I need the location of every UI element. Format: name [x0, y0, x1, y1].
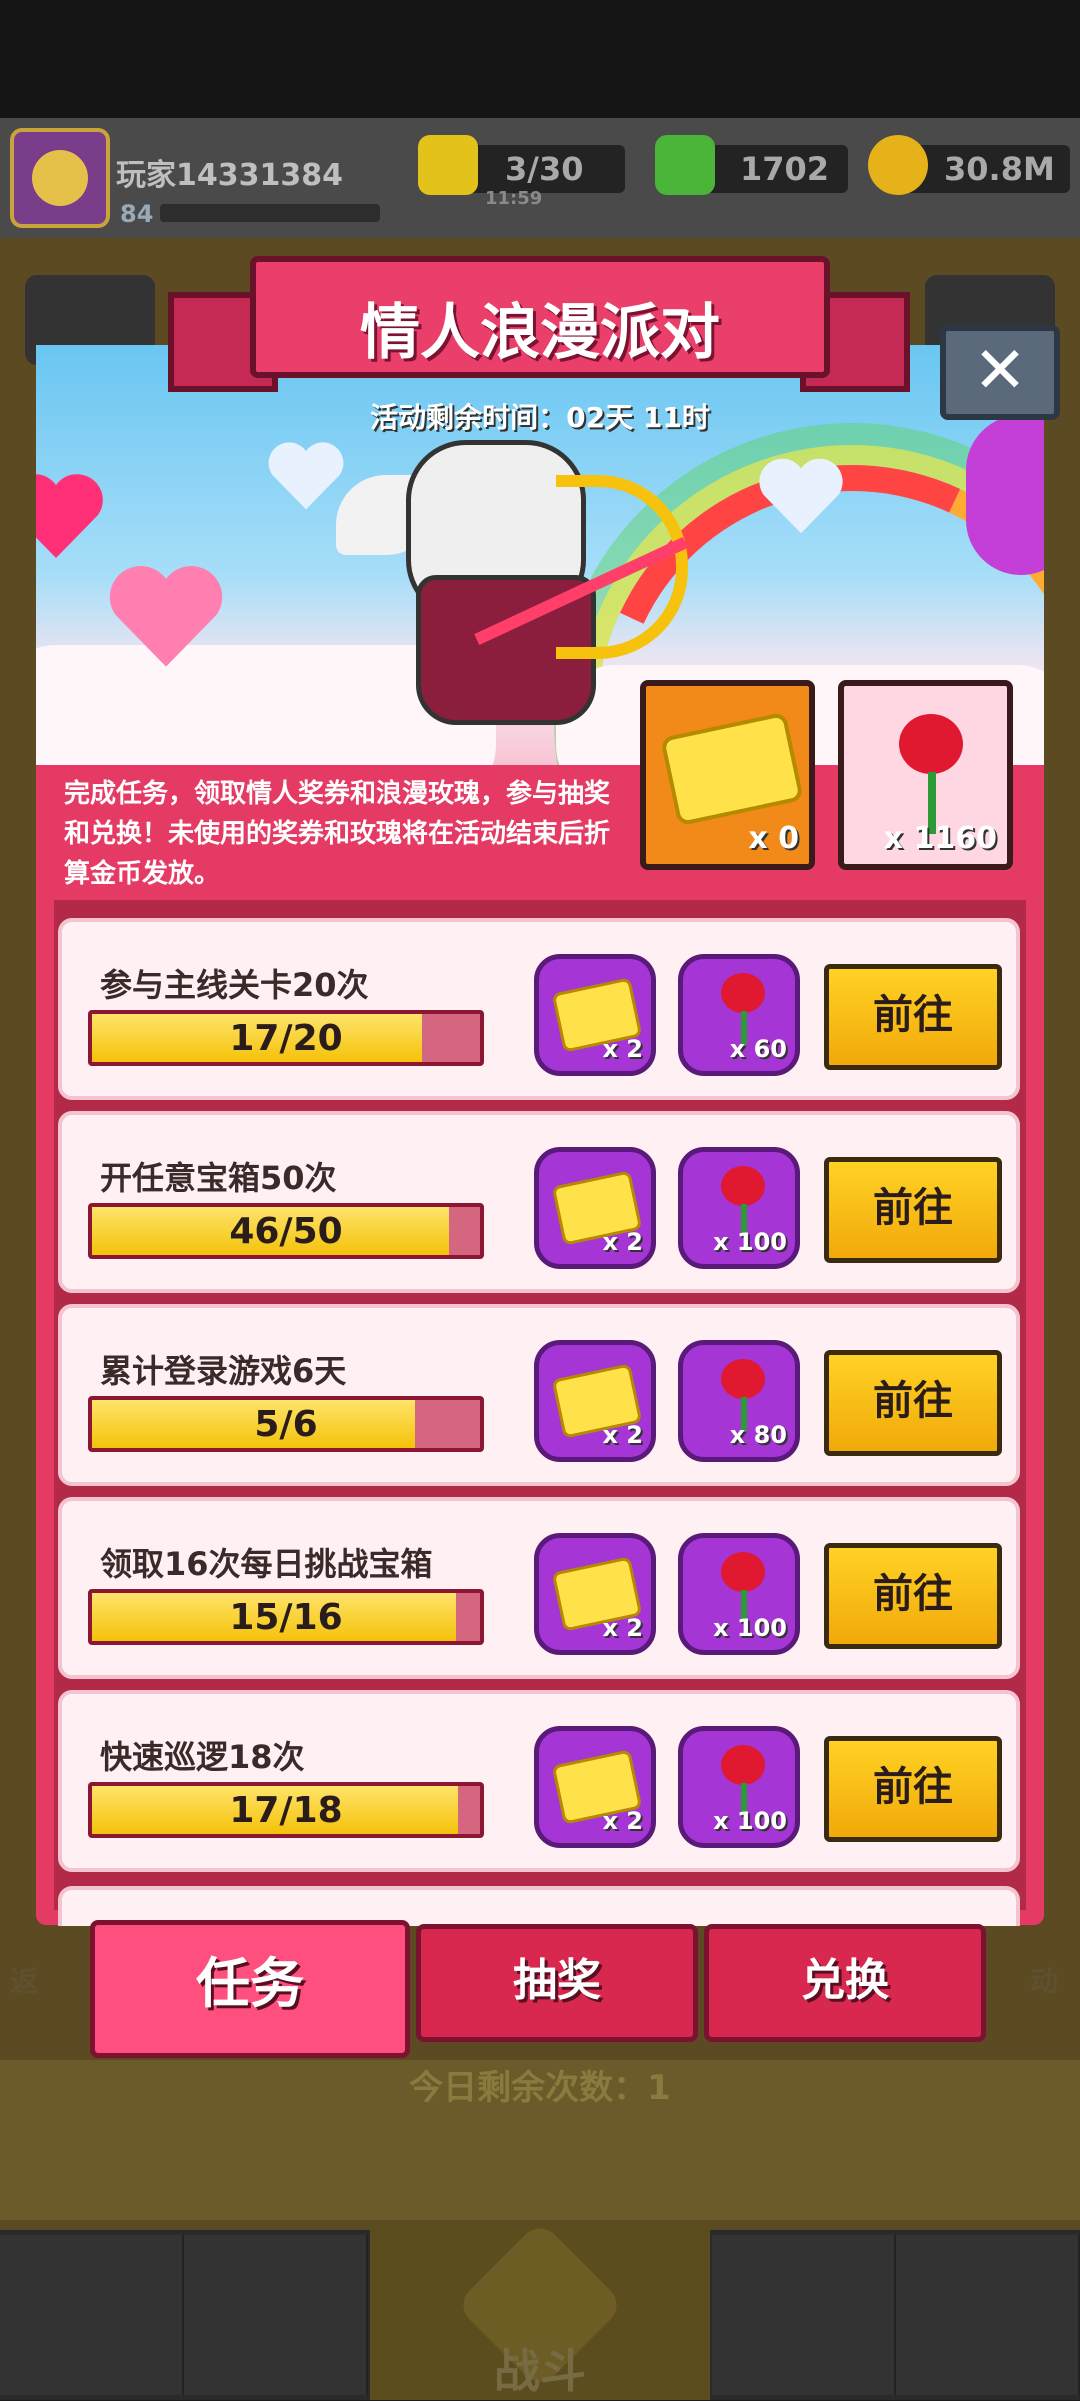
white-heart	[268, 442, 344, 510]
rose-reward-count: x 100	[713, 1807, 787, 1835]
remaining-count: 今日剩余次数：1	[409, 2068, 671, 2108]
nav-ball-icon[interactable]	[712, 2235, 896, 2395]
task-row: 参与主线关卡20次 17/20 x 2 x 60 前往	[58, 918, 1020, 1100]
coins-value: 30.8M	[944, 150, 1055, 188]
gems-value: 1702	[740, 150, 830, 188]
task-row: 累计登录游戏6天 5/6 x 2 x 80 前往	[58, 1304, 1020, 1486]
ticket-card[interactable]: x 0	[640, 680, 815, 870]
ticket-count: x 0	[748, 821, 799, 856]
rose-icon	[721, 1359, 765, 1399]
rose-icon	[899, 714, 963, 774]
task-row: 快速巡逻18次 17/18 x 2 x 100 前往	[58, 1690, 1020, 1872]
event-title: 情人浪漫派对	[360, 298, 720, 368]
go-button[interactable]: 前往	[824, 964, 1002, 1070]
tab-lottery[interactable]: 抽奖	[416, 1924, 698, 2042]
task-progress-text: 15/16	[229, 1597, 343, 1638]
rose-reward-count: x 80	[729, 1421, 787, 1449]
player-avatar[interactable]	[10, 128, 110, 228]
avatar-face	[32, 150, 88, 206]
rose-card[interactable]: x 1160	[838, 680, 1013, 870]
ticket-reward-count: x 2	[602, 1807, 643, 1835]
energy-add-icon[interactable]	[418, 135, 478, 195]
task-row: 开任意宝箱50次 46/50 x 2 x 100 前往	[58, 1111, 1020, 1293]
task-progress-bar: 17/18	[88, 1782, 484, 1838]
task-progress-text: 5/6	[254, 1404, 318, 1445]
red-heart	[36, 474, 103, 558]
rose-icon	[721, 1745, 765, 1785]
task-row: 领取16次每日挑战宝箱 15/16 x 2 x 100 前往	[58, 1497, 1020, 1679]
ticket-reward: x 2	[534, 1147, 656, 1269]
rose-reward-count: x 60	[729, 1035, 787, 1063]
task-title: 快速巡逻18次	[100, 1738, 305, 1776]
task-title: 参与主线关卡20次	[100, 966, 369, 1004]
task-progress-text: 17/18	[229, 1790, 343, 1831]
ticket-reward-count: x 2	[602, 1035, 643, 1063]
battle-label: 战斗	[494, 2344, 586, 2398]
close-button[interactable]: ✕	[940, 325, 1060, 420]
task-progress-text: 46/50	[229, 1211, 343, 1252]
pink-heart	[109, 566, 223, 667]
side-label-right: 动	[1030, 1965, 1059, 1998]
ticket-icon	[660, 711, 804, 827]
event-timer: 活动剩余时间：02天 11时	[370, 401, 710, 434]
nav-skill-icon[interactable]	[896, 2235, 1080, 2395]
energy-value: 3/30	[505, 150, 584, 188]
go-button[interactable]: 前往	[824, 1543, 1002, 1649]
energy-timer: 11:59	[485, 188, 543, 209]
rose-reward: x 100	[678, 1726, 800, 1848]
coin-add-icon[interactable]	[868, 135, 928, 195]
ticket-reward-count: x 2	[602, 1614, 643, 1642]
ticket-reward-count: x 2	[602, 1421, 643, 1449]
rose-reward-count: x 100	[713, 1614, 787, 1642]
task-progress-bar: 5/6	[88, 1396, 484, 1452]
task-title: 累计登录游戏6天	[100, 1352, 347, 1390]
rose-reward: x 80	[678, 1340, 800, 1462]
xp-bar	[160, 204, 380, 222]
rose-reward-count: x 100	[713, 1228, 787, 1256]
go-button[interactable]: 前往	[824, 1350, 1002, 1456]
status-bar	[0, 0, 1080, 118]
go-button[interactable]: 前往	[824, 1736, 1002, 1842]
task-title: 开任意宝箱50次	[100, 1159, 337, 1197]
white-heart-right	[759, 458, 843, 534]
task-progress-bar: 17/20	[88, 1010, 484, 1066]
rose-count: x 1160	[883, 821, 997, 856]
event-description: 完成任务，领取情人奖券和浪漫玫瑰，参与抽奖和兑换！未使用的奖券和玫瑰将在活动结束…	[64, 779, 611, 889]
task-progress-text: 17/20	[229, 1018, 343, 1059]
task-progress-bar: 46/50	[88, 1203, 484, 1259]
side-label-left: 返	[10, 1965, 39, 1998]
ticket-reward: x 2	[534, 1726, 656, 1848]
rose-icon	[721, 973, 765, 1013]
rose-reward: x 100	[678, 1147, 800, 1269]
rose-reward: x 100	[678, 1533, 800, 1655]
ticket-reward: x 2	[534, 954, 656, 1076]
ticket-reward: x 2	[534, 1533, 656, 1655]
nav-shop-icon[interactable]	[0, 2235, 184, 2395]
tab-task[interactable]: 任务	[90, 1920, 410, 2058]
go-button[interactable]: 前往	[824, 1157, 1002, 1263]
ticket-reward: x 2	[534, 1340, 656, 1462]
task-progress-bar: 15/16	[88, 1589, 484, 1645]
nav-weapon-icon[interactable]	[184, 2235, 368, 2395]
rose-icon	[721, 1552, 765, 1592]
rose-icon	[721, 1166, 765, 1206]
event-title-ribbon: 情人浪漫派对	[250, 256, 830, 378]
task-title: 领取16次每日挑战宝箱	[100, 1545, 433, 1583]
purple-balloon	[966, 415, 1044, 575]
ticket-reward-count: x 2	[602, 1228, 643, 1256]
player-level: 84	[120, 200, 154, 228]
player-name: 玩家14331384	[116, 158, 343, 193]
nav-battle[interactable]: 战斗	[370, 2220, 710, 2400]
gem-add-icon[interactable]	[655, 135, 715, 195]
rose-reward: x 60	[678, 954, 800, 1076]
tab-exchange[interactable]: 兑换	[704, 1924, 986, 2042]
